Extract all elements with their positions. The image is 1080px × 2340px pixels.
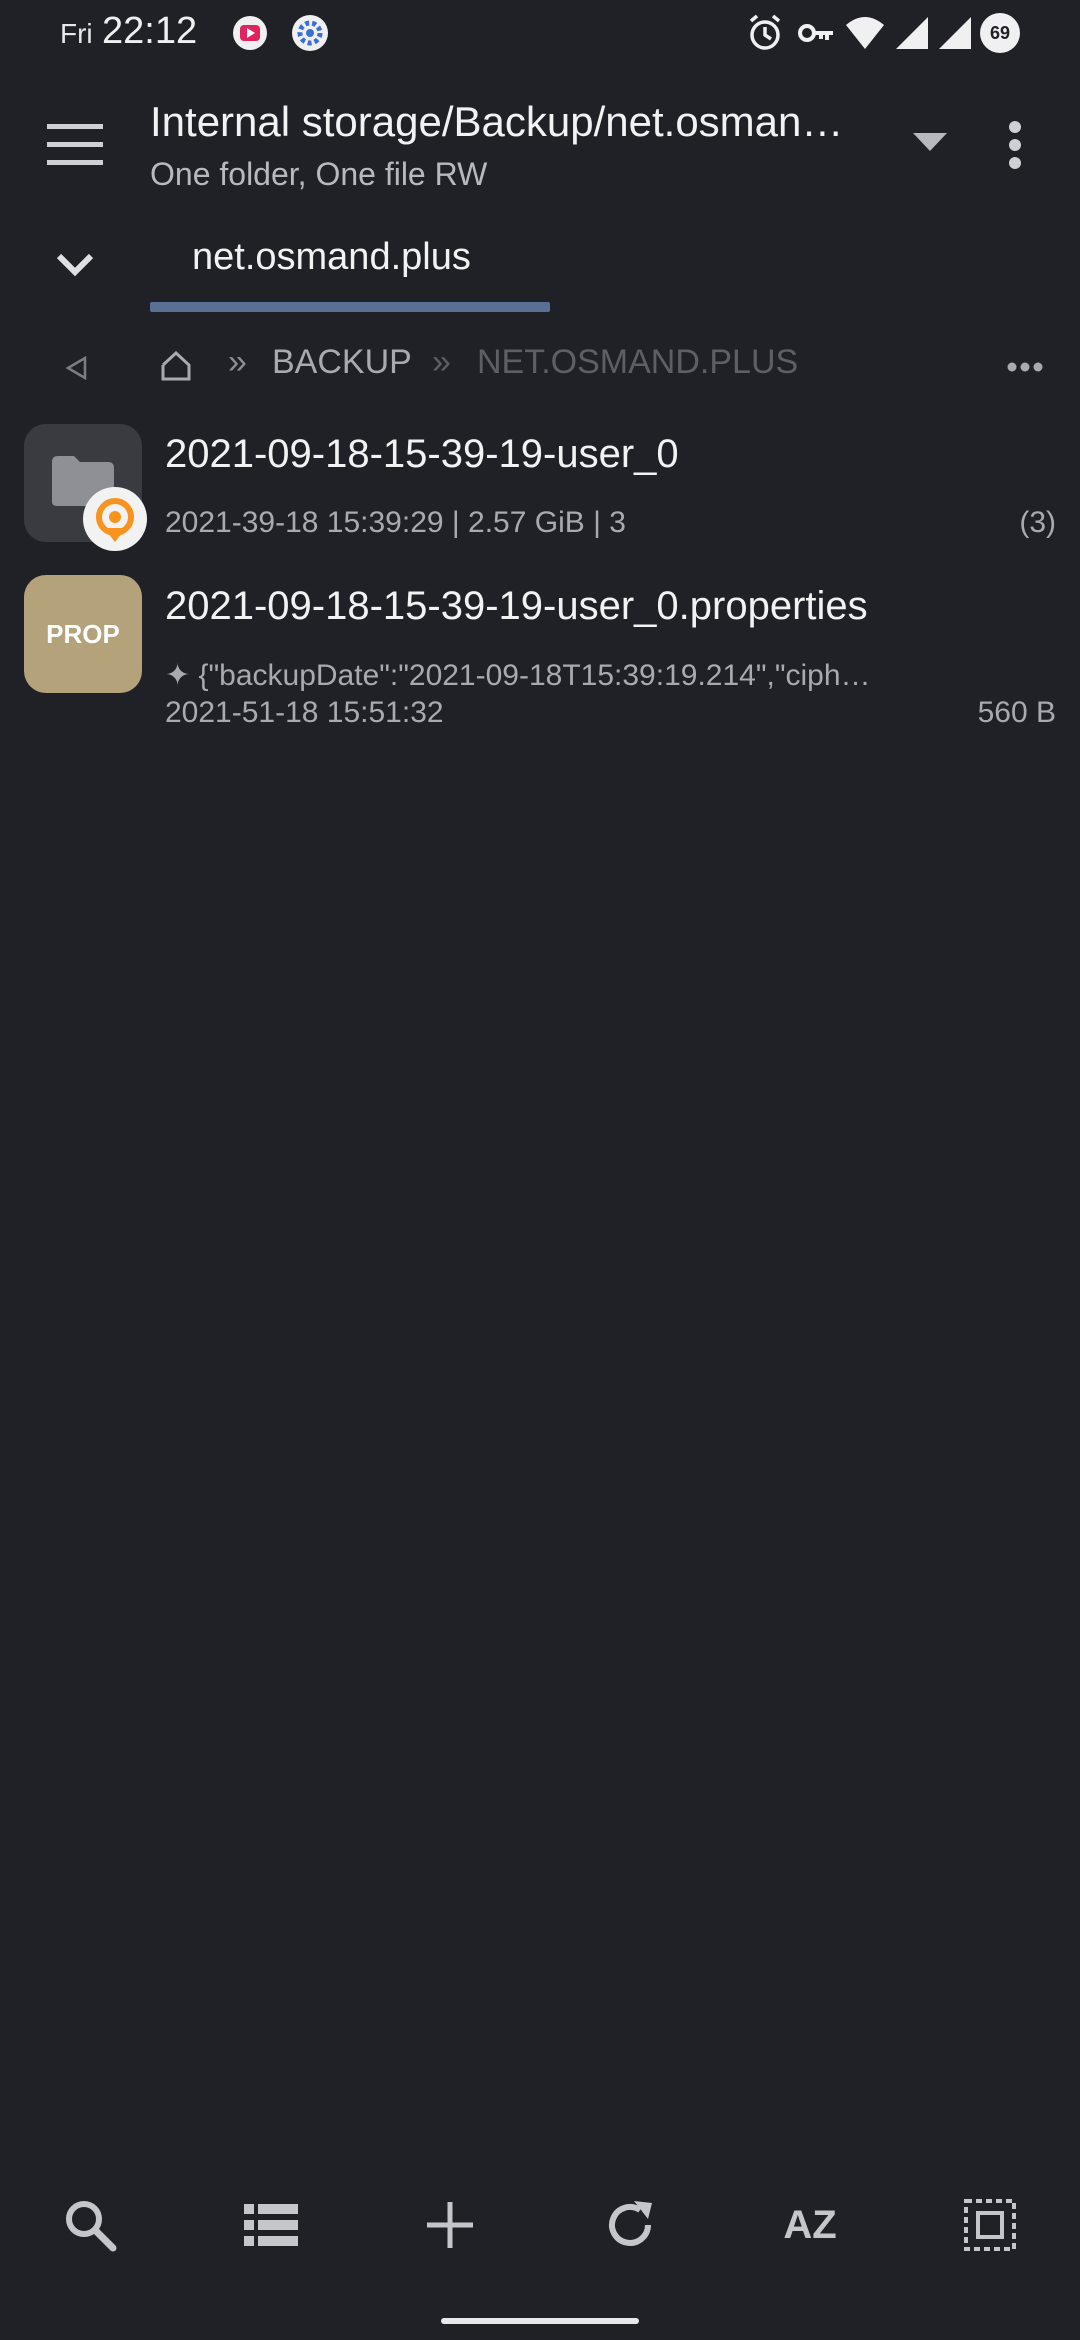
back-triangle-icon[interactable] (58, 350, 94, 386)
signal-icon (896, 17, 928, 49)
select-all-icon[interactable] (955, 2190, 1025, 2260)
sort-az-icon[interactable]: AZ (775, 2190, 845, 2260)
list-view-icon[interactable] (236, 2190, 306, 2260)
active-tab-indicator (150, 302, 550, 312)
status-time: 22:12 (102, 10, 198, 52)
breadcrumb-separator-2: » (432, 343, 451, 381)
folder-item-count: (3) (1019, 506, 1056, 539)
list-item-folder[interactable]: 2021-09-18-15-39-19-user_0 2021-39-18 15… (0, 418, 1080, 560)
vpn-key-icon (798, 24, 833, 42)
sort-az-label: AZ (783, 2202, 837, 2247)
file-type-badge: PROP (24, 575, 142, 693)
path-title[interactable]: Internal storage/Backup/net.osman… (150, 98, 890, 146)
hamburger-menu-icon[interactable] (40, 115, 110, 175)
settings-notification-icon (292, 15, 328, 51)
path-subtitle: One folder, One file RW (150, 156, 488, 192)
breadcrumb-separator: » (228, 343, 247, 381)
status-bar: Fri 22:12 69 (0, 0, 1080, 66)
file-type-badge-label: PROP (46, 618, 120, 649)
file-preview: ✦ {"backupDate":"2021-09-18T15:39:19.214… (165, 659, 871, 692)
add-icon[interactable] (415, 2190, 485, 2260)
file-meta: 2021-39-18 15:39:29 | 2.57 GiB | 3 (165, 506, 626, 539)
refresh-icon[interactable] (595, 2190, 665, 2260)
dropdown-triangle-icon[interactable] (900, 120, 960, 165)
file-name: 2021-09-18-15-39-19-user_0 (165, 432, 679, 476)
bottom-toolbar (0, 2160, 1080, 2290)
gesture-navigation-bar[interactable] (441, 2318, 639, 2324)
home-icon[interactable] (155, 345, 197, 387)
battery-icon: 69 (980, 13, 1020, 53)
breadcrumb-item-backup[interactable]: BACKUP (272, 343, 412, 382)
more-vertical-icon[interactable] (995, 115, 1035, 175)
file-date: 2021-51-18 15:51:32 (165, 696, 444, 729)
status-day: Fri (60, 18, 93, 49)
chevron-down-icon[interactable] (45, 245, 105, 285)
list-item-file[interactable]: PROP 2021-09-18-15-39-19-user_0.properti… (0, 570, 1080, 740)
search-icon[interactable] (55, 2190, 125, 2260)
youtube-notification-icon (233, 16, 267, 50)
breadcrumb-item-net-osmand-plus[interactable]: NET.OSMAND.PLUS (477, 343, 798, 382)
signal-icon-2 (939, 17, 971, 49)
wifi-icon (846, 17, 884, 49)
more-horizontal-icon[interactable] (1005, 350, 1045, 384)
file-size: 560 B (977, 696, 1056, 729)
file-name: 2021-09-18-15-39-19-user_0.properties (165, 584, 868, 628)
osmand-app-badge-icon (83, 487, 147, 551)
alarm-icon (749, 14, 781, 50)
tab-net-osmand-plus[interactable]: net.osmand.plus (192, 236, 471, 279)
